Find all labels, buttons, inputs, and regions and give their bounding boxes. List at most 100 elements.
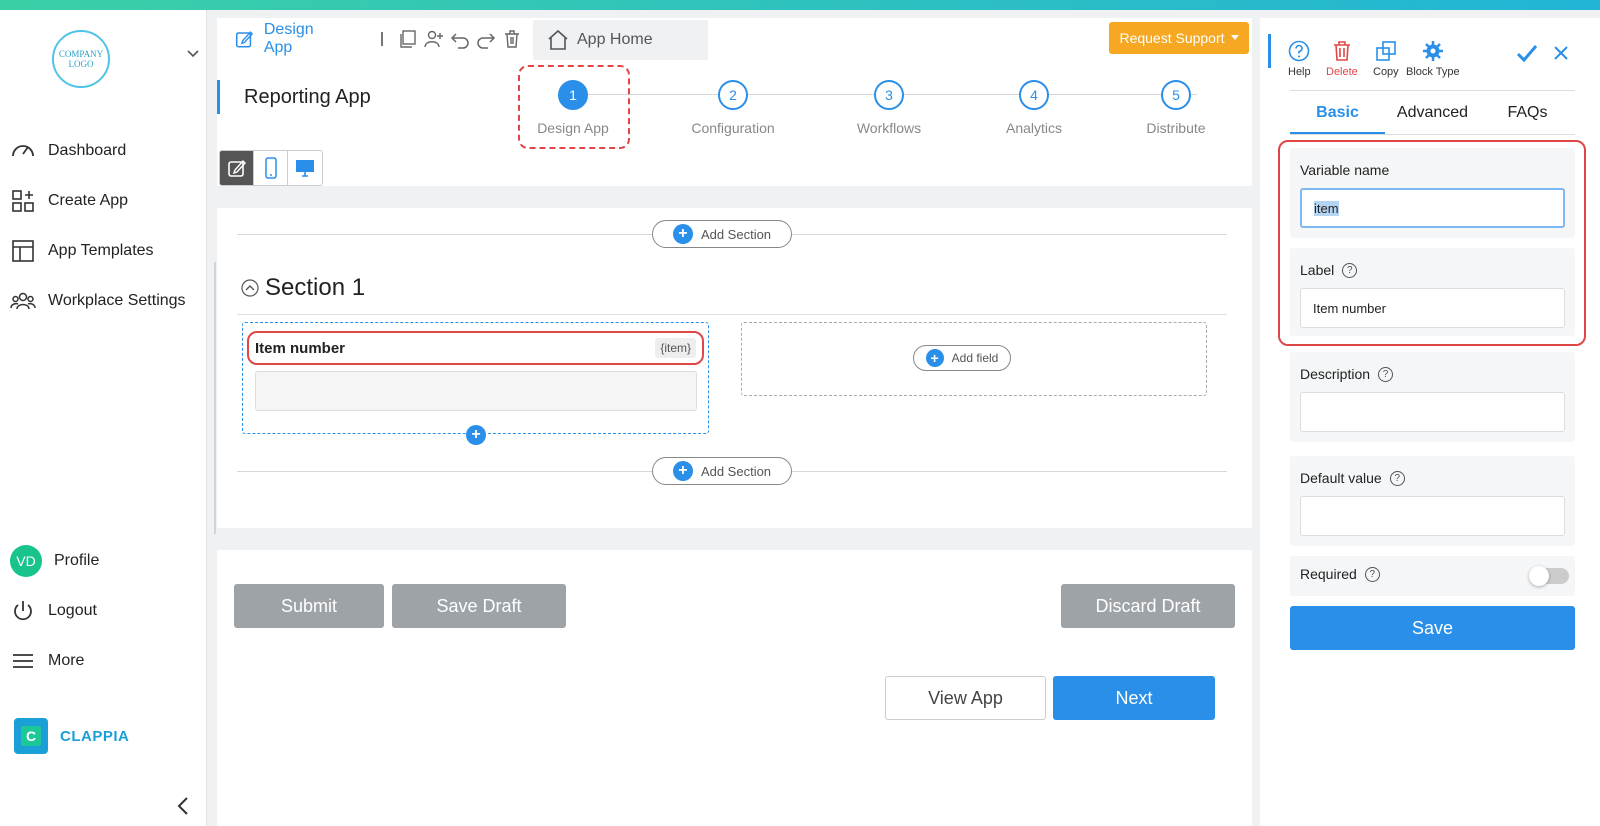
desktop-view-button[interactable] bbox=[288, 151, 322, 185]
panel-tabs: Basic Advanced FAQs bbox=[1290, 104, 1575, 135]
next-button[interactable]: Next bbox=[1053, 676, 1215, 720]
sidebar-item-workplace-settings[interactable]: Workplace Settings bbox=[10, 288, 186, 314]
description-field[interactable] bbox=[1300, 392, 1565, 432]
panel-accent-bar bbox=[1268, 34, 1271, 68]
section-title[interactable]: Section 1 bbox=[241, 274, 365, 302]
request-support-button[interactable]: Request Support bbox=[1109, 22, 1249, 54]
desktop-icon bbox=[296, 160, 314, 177]
add-below-icon[interactable]: + bbox=[466, 425, 486, 445]
discard-draft-button[interactable]: Discard Draft bbox=[1061, 584, 1235, 628]
sidebar-item-dashboard[interactable]: Dashboard bbox=[10, 138, 126, 164]
copy-icon[interactable] bbox=[398, 29, 418, 49]
section-divider-band bbox=[217, 186, 1252, 208]
description-card: Description? bbox=[1290, 352, 1575, 442]
default-value-label: Default value? bbox=[1300, 470, 1565, 486]
sidebar-item-create-app[interactable]: Create App bbox=[10, 188, 128, 214]
collapse-icon[interactable] bbox=[241, 279, 259, 297]
empty-field-slot: + Add field bbox=[741, 322, 1207, 396]
field-label-row[interactable]: Item number {item} bbox=[247, 331, 704, 365]
mobile-icon bbox=[264, 157, 277, 179]
brand-logo: CLAPPIA bbox=[14, 718, 129, 754]
block-type-tool[interactable]: Block Type bbox=[1406, 40, 1460, 78]
redo-icon[interactable] bbox=[476, 29, 496, 49]
edit-view-button[interactable] bbox=[220, 151, 254, 185]
tab-advanced[interactable]: Advanced bbox=[1385, 104, 1480, 134]
required-toggle[interactable] bbox=[1529, 566, 1569, 586]
menu-icon bbox=[13, 654, 33, 668]
mobile-view-button[interactable] bbox=[254, 151, 288, 185]
sidebar-item-label: Profile bbox=[54, 552, 100, 569]
trash-icon[interactable] bbox=[502, 29, 522, 49]
section-rule bbox=[237, 314, 1227, 315]
help-label: Help bbox=[1288, 66, 1311, 78]
copy-label: Copy bbox=[1373, 66, 1399, 78]
question-icon[interactable]: ? bbox=[1389, 470, 1405, 486]
view-app-button[interactable]: View App bbox=[885, 676, 1046, 720]
sidebar-item-label: Logout bbox=[48, 602, 97, 619]
selected-field-block[interactable]: Item number {item} + bbox=[242, 322, 709, 445]
step-highlight bbox=[518, 65, 630, 149]
variable-chip: {item} bbox=[655, 338, 696, 358]
check-icon[interactable] bbox=[1516, 42, 1538, 64]
add-section-button-bottom[interactable]: + Add Section bbox=[652, 457, 792, 485]
sidebar-item-more[interactable]: More bbox=[10, 648, 84, 674]
home-tab-label: App Home bbox=[577, 31, 653, 48]
undo-icon[interactable] bbox=[450, 29, 470, 49]
add-field-button[interactable]: + Add field bbox=[913, 345, 1011, 371]
app-home-tab[interactable]: App Home bbox=[533, 20, 708, 60]
step-workflows[interactable]: 3 Workflows bbox=[834, 80, 944, 136]
clappia-logo-icon bbox=[14, 718, 48, 754]
sidebar-item-label: Dashboard bbox=[48, 142, 127, 159]
step-distribute[interactable]: 5 Distribute bbox=[1121, 80, 1231, 136]
gauge-icon bbox=[12, 145, 34, 157]
required-card: Required? bbox=[1290, 556, 1575, 596]
question-icon[interactable]: ? bbox=[1364, 566, 1380, 582]
delete-tool[interactable]: Delete bbox=[1326, 40, 1358, 78]
properties-panel: Help Delete Copy Block Type Basic Advanc… bbox=[1260, 18, 1600, 826]
add-section-label: Add Section bbox=[700, 226, 772, 242]
form-footer-band bbox=[217, 528, 1252, 550]
sidebar-item-app-templates[interactable]: App Templates bbox=[10, 238, 154, 264]
step-label: Analytics bbox=[1005, 120, 1063, 136]
chevron-down-icon[interactable] bbox=[186, 46, 200, 60]
property-highlight bbox=[1278, 140, 1586, 346]
page-title: Reporting App bbox=[244, 86, 371, 108]
tab-faqs[interactable]: FAQs bbox=[1480, 104, 1575, 134]
add-user-icon[interactable] bbox=[424, 29, 444, 49]
avatar: VD bbox=[10, 545, 42, 577]
design-app-tab[interactable]: Design App bbox=[217, 18, 522, 60]
sidebar-item-profile[interactable]: VD Profile bbox=[10, 545, 99, 577]
sidebar-item-logout[interactable]: Logout bbox=[10, 598, 97, 624]
save-button[interactable]: Save bbox=[1290, 606, 1575, 650]
divider-icon bbox=[381, 32, 383, 46]
tab-basic[interactable]: Basic bbox=[1290, 104, 1385, 134]
question-icon[interactable]: ? bbox=[1378, 366, 1394, 382]
section-title-text: Section 1 bbox=[265, 274, 366, 301]
power-icon bbox=[14, 601, 32, 621]
step-configuration[interactable]: 2 Configuration bbox=[678, 80, 788, 136]
view-mode-toggle bbox=[219, 150, 323, 186]
caret-down-icon bbox=[1230, 35, 1239, 40]
company-logo[interactable]: COMPANY LOGO bbox=[52, 30, 110, 88]
trash-icon bbox=[1333, 41, 1350, 61]
step-number: 4 bbox=[1019, 80, 1049, 110]
add-section-button-top[interactable]: + Add Section bbox=[652, 220, 792, 248]
step-analytics[interactable]: 4 Analytics bbox=[979, 80, 1089, 136]
step-label: Distribute bbox=[1146, 120, 1206, 136]
required-label-text: Required bbox=[1300, 566, 1357, 582]
copy-tool[interactable]: Copy bbox=[1373, 40, 1399, 78]
plus-circle-icon: + bbox=[925, 349, 944, 367]
support-label: Request Support bbox=[1119, 30, 1225, 46]
chevron-left-icon[interactable] bbox=[176, 796, 190, 816]
submit-button[interactable]: Submit bbox=[234, 584, 384, 628]
close-icon[interactable] bbox=[1552, 44, 1570, 62]
save-draft-button[interactable]: Save Draft bbox=[392, 584, 566, 628]
add-field-label: Add field bbox=[951, 351, 999, 365]
sidebar-item-label: Workplace Settings bbox=[48, 292, 186, 309]
default-value-card: Default value? bbox=[1290, 456, 1575, 546]
plus-circle-icon: + bbox=[672, 224, 693, 244]
help-tool[interactable]: Help bbox=[1288, 40, 1311, 78]
item-number-input[interactable] bbox=[255, 371, 697, 411]
default-value-field[interactable] bbox=[1300, 496, 1565, 536]
step-label: Workflows bbox=[856, 120, 922, 136]
